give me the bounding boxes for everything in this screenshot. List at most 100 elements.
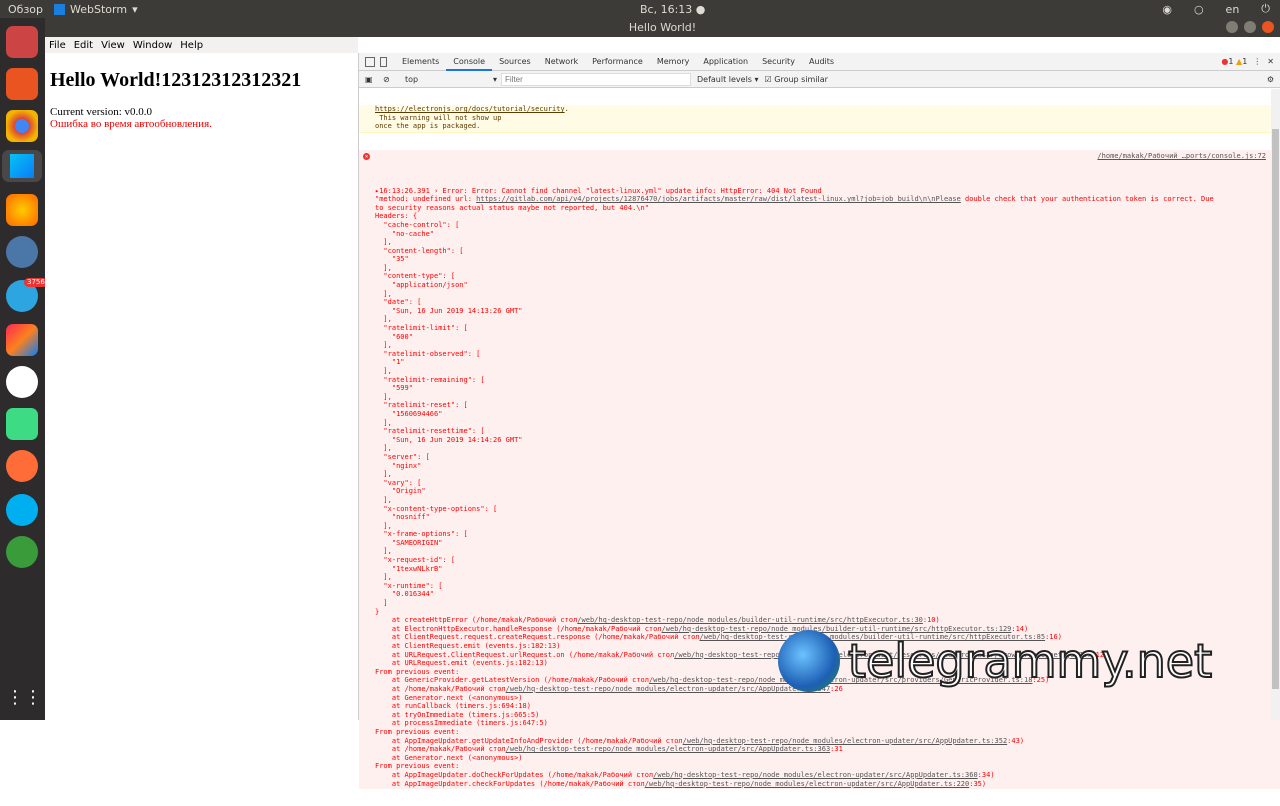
tab-network[interactable]: Network xyxy=(538,53,585,71)
error-count[interactable]: ●1 ▲1 xyxy=(1221,57,1247,66)
telegram-icon[interactable]: 3756 xyxy=(6,278,48,312)
console-text: at processImmediate (timers.js:647:5) xyxy=(375,719,548,728)
files-icon[interactable] xyxy=(6,26,38,58)
console-text: ], xyxy=(375,521,392,530)
mongodb-icon[interactable] xyxy=(6,366,38,398)
tab-sources[interactable]: Sources xyxy=(492,53,538,71)
intellij-icon[interactable] xyxy=(6,324,38,356)
menu-window[interactable]: Window xyxy=(133,40,172,51)
console-line: once the app is packaged. xyxy=(375,122,1280,131)
console-warning-message: https://electronjs.org/docs/tutorial/sec… xyxy=(359,105,1280,133)
system-top-bar: Обзор WebStorm ▾ Вс, 16:13 ● ◉ ○ en ⏻ xyxy=(0,0,1280,18)
console-line: at processImmediate (timers.js:647:5) xyxy=(375,719,1280,728)
console-line: "SAMEORIGIN" xyxy=(375,539,1280,548)
scrollbar-thumb[interactable] xyxy=(1272,129,1279,689)
app-name: WebStorm xyxy=(70,2,128,16)
menu-file[interactable]: File xyxy=(49,40,66,51)
menu-edit[interactable]: Edit xyxy=(74,40,93,51)
console-text: "1560694466" xyxy=(375,409,443,418)
show-apps-icon[interactable]: ⋮⋮ xyxy=(6,682,42,714)
source-link[interactable]: https://gitlab.com/api/v4/projects/12876… xyxy=(476,195,961,203)
console-text: at runCallback (timers.js:694:18) xyxy=(375,702,531,711)
console-text: "SAMEORIGIN" xyxy=(375,538,443,547)
filter-input[interactable] xyxy=(501,72,691,86)
source-link[interactable]: /web/hq-desktop-test-repo/node_modules/e… xyxy=(645,780,970,788)
menu-help[interactable]: Help xyxy=(180,40,203,51)
console-line: "method: undefined url: https://gitlab.c… xyxy=(375,195,1280,204)
app-menu[interactable]: WebStorm ▾ xyxy=(54,3,138,16)
console-text: Headers: { xyxy=(375,212,418,221)
console-line: "ratelimit-resettime": [ xyxy=(375,427,1280,436)
console-output: https://electronjs.org/docs/tutorial/sec… xyxy=(359,88,1280,806)
gear-icon[interactable]: ⚙ xyxy=(1267,75,1274,84)
language-indicator[interactable]: en xyxy=(1226,3,1240,16)
console-text: "content-length": [ xyxy=(375,246,464,255)
inspect-element-icon[interactable] xyxy=(365,56,375,67)
tab-console[interactable]: Console xyxy=(446,53,493,71)
timer-icon[interactable] xyxy=(6,536,38,568)
console-line: ], xyxy=(375,367,1280,376)
console-text: at GenericProvider.getLatestVersion (/ho… xyxy=(375,676,649,685)
tab-elements[interactable]: Elements xyxy=(395,53,446,71)
tab-memory[interactable]: Memory xyxy=(650,53,697,71)
console-text: "x-runtime": [ xyxy=(375,581,443,590)
firefox-icon[interactable] xyxy=(6,194,38,226)
maximize-button[interactable] xyxy=(1244,21,1256,33)
console-text: ] xyxy=(375,599,388,608)
tab-application[interactable]: Application xyxy=(696,53,755,71)
context-select[interactable]: top ▾ xyxy=(405,75,497,84)
tab-performance[interactable]: Performance xyxy=(585,53,650,71)
tray-icon[interactable]: ◉ xyxy=(1162,3,1172,16)
clock[interactable]: Вс, 16:13 ● xyxy=(640,3,705,16)
source-link[interactable]: /web/hq-desktop-test-repo/node_modules/e… xyxy=(683,737,1008,745)
vk-icon[interactable] xyxy=(6,236,38,268)
menu-view[interactable]: View xyxy=(101,40,125,51)
power-icon[interactable]: ⏻ xyxy=(1261,2,1270,16)
more-options-icon[interactable]: ⋮ xyxy=(1253,57,1261,66)
console-line: "x-request-id": [ xyxy=(375,556,1280,565)
close-button[interactable] xyxy=(1262,21,1274,33)
console-line: "x-content-type-options": [ xyxy=(375,505,1280,514)
console-scrollbar[interactable] xyxy=(1271,89,1280,720)
console-line: at createHttpError (/home/makak/Рабочий … xyxy=(375,616,1280,625)
source-link[interactable]: /web/hq-desktop-test-repo/node_modules/e… xyxy=(506,745,831,753)
console-text: ▸16:13:26.391 › Error: Error: Cannot fin… xyxy=(375,186,822,195)
console-line: "application/json" xyxy=(375,281,1280,290)
console-line: at /home/makak/Рабочий стол/web/hq-deskt… xyxy=(375,745,1280,754)
console-text: once the app is packaged. xyxy=(375,122,481,131)
console-line: From previous event: xyxy=(375,762,1280,771)
source-link[interactable]: /web/hq-desktop-test-repo/node_modules/b… xyxy=(577,616,923,624)
minimize-button[interactable] xyxy=(1226,21,1238,33)
console-text: :31 xyxy=(830,745,843,754)
android-studio-icon[interactable] xyxy=(6,408,38,440)
console-line: ], xyxy=(375,547,1280,556)
console-line: Headers: { xyxy=(375,212,1280,221)
source-link[interactable]: https://electronjs.org/docs/tutorial/sec… xyxy=(375,105,565,113)
sidebar-toggle-icon[interactable]: ▣ xyxy=(365,75,373,84)
console-text: "1texwNLkrB" xyxy=(375,564,443,573)
clear-console-icon[interactable]: ⊘ xyxy=(383,75,390,84)
source-link[interactable]: /web/hq-desktop-test-repo/node_modules/e… xyxy=(653,771,978,779)
console-line: "ratelimit-reset": [ xyxy=(375,401,1280,410)
activities-button[interactable]: Обзор xyxy=(0,3,44,16)
tab-audits[interactable]: Audits xyxy=(802,53,841,71)
webstorm-dock-item[interactable] xyxy=(2,150,42,182)
postman-icon[interactable] xyxy=(6,450,38,482)
device-toolbar-icon[interactable] xyxy=(380,56,387,67)
console-line: "nosniff" xyxy=(375,513,1280,522)
error-source-link[interactable]: /home/makak/Рабочий …ports/console.js:72 xyxy=(1097,152,1266,161)
console-text: "nosniff" xyxy=(375,513,430,522)
webstorm-icon xyxy=(54,3,65,15)
console-text: "server": [ xyxy=(375,452,430,461)
update-error-text: Ошибка во время автообновления. xyxy=(50,118,212,130)
sync-icon[interactable]: ○ xyxy=(1194,3,1204,16)
skype-icon[interactable] xyxy=(6,494,38,526)
tab-security[interactable]: Security xyxy=(755,53,802,71)
log-levels-select[interactable]: Default levels ▾ xyxy=(697,75,759,84)
software-center-icon[interactable] xyxy=(6,68,38,100)
menu-bar: File Edit View Window Help xyxy=(45,37,358,53)
console-text: "application/json" xyxy=(375,281,468,290)
group-similar-checkbox[interactable]: ☑ Group similar xyxy=(765,75,828,84)
close-devtools-icon[interactable]: ✕ xyxy=(1267,57,1274,66)
chrome-icon[interactable] xyxy=(6,110,38,142)
